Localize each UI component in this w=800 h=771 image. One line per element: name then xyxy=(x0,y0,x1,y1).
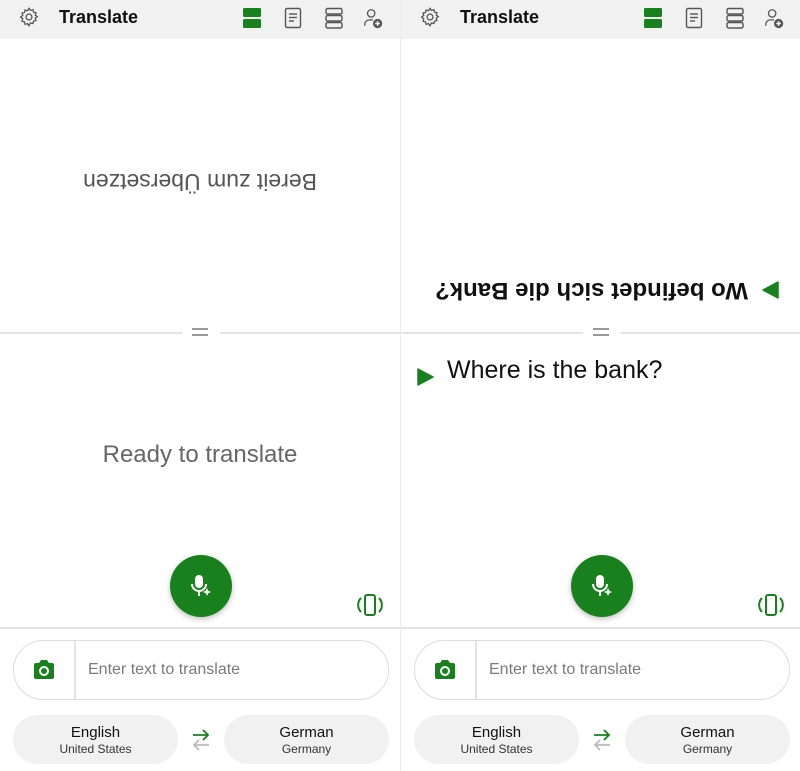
stacked-view-icon[interactable] xyxy=(323,6,345,30)
document-icon[interactable] xyxy=(282,6,304,30)
source-language-region: United States xyxy=(59,742,132,756)
top-bar: Translate xyxy=(0,0,400,39)
source-language-region: United States xyxy=(460,742,533,756)
document-icon[interactable] xyxy=(683,6,705,30)
rotate-screen-icon[interactable] xyxy=(757,593,785,617)
microphone-button[interactable] xyxy=(571,555,633,617)
translate-text-input[interactable] xyxy=(88,657,378,683)
resize-handle[interactable] xyxy=(190,325,210,339)
rotate-screen-icon[interactable] xyxy=(356,593,384,617)
translate-pane-idle: Translate Bereit zum Übersetzen Ready to… xyxy=(0,0,400,771)
gear-icon[interactable] xyxy=(18,6,40,28)
gear-icon[interactable] xyxy=(419,6,441,28)
upper-translation-text: Wo befindet sich die Bank? xyxy=(435,277,748,304)
ai-microphone-icon xyxy=(191,575,211,596)
lower-translation-text: Ready to translate xyxy=(102,441,298,468)
camera-icon xyxy=(34,660,54,679)
source-language-name: English xyxy=(471,724,522,741)
target-language-name: German xyxy=(279,724,334,741)
target-language-button[interactable]: German Germany xyxy=(625,715,790,764)
source-language-button[interactable]: English United States xyxy=(13,715,178,764)
text-input-bar xyxy=(414,640,790,700)
target-language-region: Germany xyxy=(682,742,733,756)
swap-languages-icon[interactable] xyxy=(190,727,212,753)
divider xyxy=(401,332,583,334)
camera-button[interactable] xyxy=(14,641,76,699)
divider xyxy=(401,627,800,629)
ai-microphone-icon xyxy=(592,575,612,596)
source-language-button[interactable]: English United States xyxy=(414,715,579,764)
divider xyxy=(0,627,400,629)
app-title: Translate xyxy=(59,7,139,27)
play-translation-icon[interactable] xyxy=(761,280,781,300)
top-bar: Translate xyxy=(401,0,800,39)
stacked-view-icon[interactable] xyxy=(724,6,746,30)
upper-translation-text: Bereit zum Übersetzen xyxy=(83,169,317,195)
target-language-region: Germany xyxy=(281,742,332,756)
divider xyxy=(220,332,400,334)
divider xyxy=(0,332,182,334)
split-view-icon[interactable] xyxy=(642,6,664,30)
target-language-button[interactable]: German Germany xyxy=(224,715,389,764)
app-title: Translate xyxy=(460,7,540,27)
lower-translation-text: Where is the bank? xyxy=(447,356,663,384)
target-language-name: German xyxy=(680,724,735,741)
translate-text-input[interactable] xyxy=(489,657,779,683)
split-view-icon[interactable] xyxy=(241,6,263,30)
add-user-icon[interactable] xyxy=(763,6,785,30)
camera-button[interactable] xyxy=(415,641,477,699)
add-user-icon[interactable] xyxy=(362,6,384,30)
translate-pane-result: Translate Wo befindet sich die Bank? Whe… xyxy=(400,0,800,771)
camera-icon xyxy=(435,660,455,679)
source-language-name: English xyxy=(70,724,121,741)
text-input-bar xyxy=(13,640,389,700)
microphone-button[interactable] xyxy=(170,555,232,617)
play-source-icon[interactable] xyxy=(415,366,435,388)
divider xyxy=(621,332,800,334)
swap-languages-icon[interactable] xyxy=(591,727,613,753)
resize-handle[interactable] xyxy=(591,325,611,339)
